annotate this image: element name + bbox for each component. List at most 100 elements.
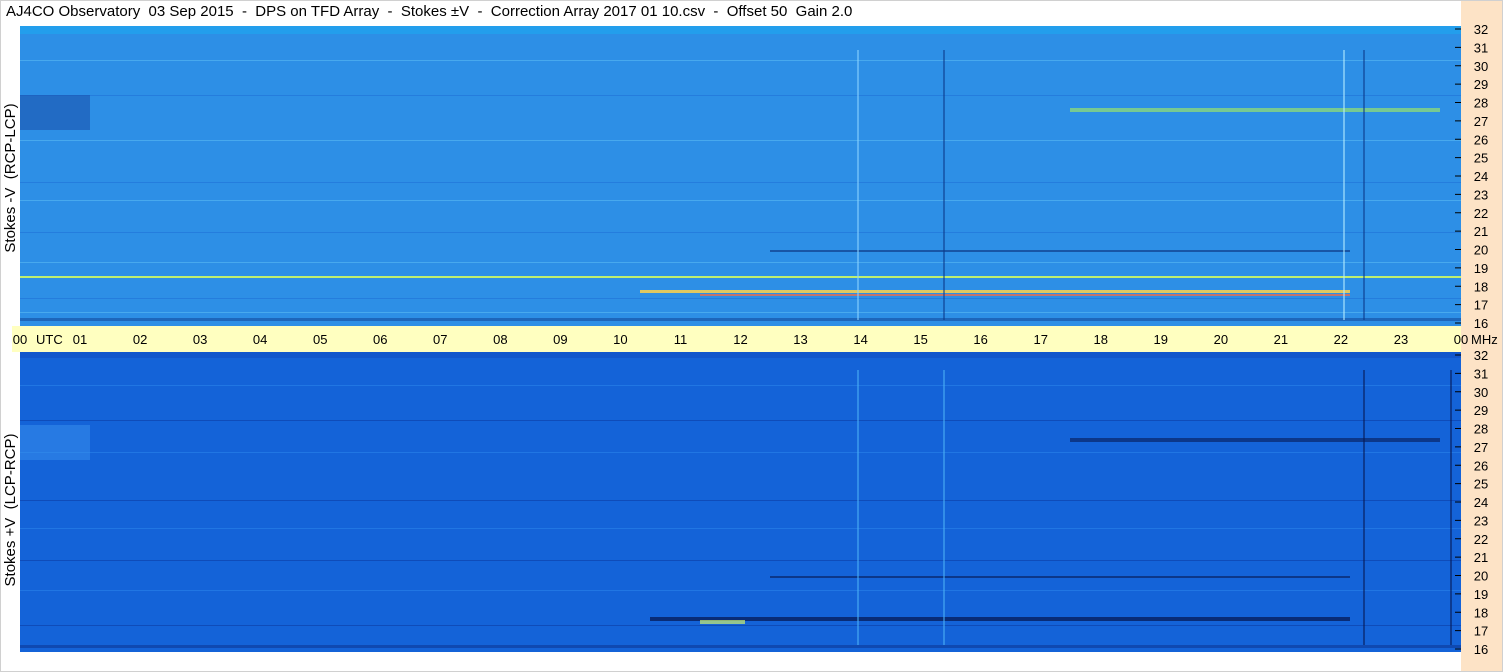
early-noise-patch xyxy=(20,425,90,460)
freq-tick-label: 25 xyxy=(1474,151,1488,166)
freq-tick-label: 26 xyxy=(1474,458,1488,473)
interference-band xyxy=(20,528,1461,529)
interference-band xyxy=(20,95,1461,96)
freq-tick-label: 16 xyxy=(1474,316,1488,331)
spectrogram-top-panel xyxy=(20,26,1461,326)
vertical-streak xyxy=(1450,370,1452,645)
time-tick-label: 10 xyxy=(613,332,627,347)
bottom-edge-band xyxy=(20,318,1461,321)
freq-tick-label: 20 xyxy=(1474,569,1488,584)
time-tick-label: 04 xyxy=(253,332,267,347)
interference-band xyxy=(20,420,1461,421)
freq-tick-label: 29 xyxy=(1474,77,1488,92)
time-tick-label: 01 xyxy=(73,332,87,347)
vertical-streak xyxy=(943,50,945,320)
freq-tick-label: 21 xyxy=(1474,550,1488,565)
interference-band xyxy=(20,312,1461,313)
freq-tick-label: 17 xyxy=(1474,624,1488,639)
time-tick-label: 06 xyxy=(373,332,387,347)
time-tick-label: 11 xyxy=(674,332,688,347)
freq-tick-label: 20 xyxy=(1474,243,1488,258)
vertical-streak xyxy=(857,50,859,320)
signal-line-28mhz xyxy=(1070,108,1440,112)
freq-tick-label: 28 xyxy=(1474,422,1488,437)
interference-band xyxy=(20,262,1461,263)
time-tick-label: 09 xyxy=(553,332,567,347)
bottom-heatmap-bg xyxy=(20,352,1461,652)
freq-tick-label: 16 xyxy=(1474,642,1488,657)
time-tick-label: 21 xyxy=(1274,332,1288,347)
time-tick-label: 18 xyxy=(1094,332,1108,347)
time-tick-label: 17 xyxy=(1033,332,1047,347)
interference-band xyxy=(20,385,1461,386)
daytime-signal-band xyxy=(650,617,1350,621)
freq-tick-label: 32 xyxy=(1474,348,1488,363)
freq-tick-label: 18 xyxy=(1474,279,1488,294)
time-tick-label: 05 xyxy=(313,332,327,347)
freq-tick-label: 30 xyxy=(1474,385,1488,400)
time-tick-label: 07 xyxy=(433,332,447,347)
time-tick-label: 14 xyxy=(853,332,867,347)
freq-tick-label: 22 xyxy=(1474,532,1488,547)
signal-line-28mhz xyxy=(1070,438,1440,442)
interference-band xyxy=(20,140,1461,141)
spectrogram-bottom-panel xyxy=(20,352,1461,652)
freq-tick-label: 23 xyxy=(1474,187,1488,202)
interference-band xyxy=(20,298,1461,299)
time-tick-label: 13 xyxy=(793,332,807,347)
interference-band xyxy=(20,625,1461,626)
freq-tick-label: 18 xyxy=(1474,605,1488,620)
top-edge-band xyxy=(20,26,1461,34)
interference-band xyxy=(20,452,1461,453)
daytime-signal-band xyxy=(700,294,1350,296)
time-tick-label: 22 xyxy=(1334,332,1348,347)
interference-band xyxy=(20,60,1461,61)
freq-tick-label: 26 xyxy=(1474,132,1488,147)
freq-tick-label: 32 xyxy=(1474,22,1488,37)
time-tick-label: 16 xyxy=(973,332,987,347)
time-tick-label: 02 xyxy=(133,332,147,347)
time-tick-label: 00 xyxy=(1454,332,1468,347)
time-tick-label: 20 xyxy=(1214,332,1228,347)
time-tick-label: 00 xyxy=(13,332,27,347)
freq-tick-label: 27 xyxy=(1474,114,1488,129)
daytime-signal-band xyxy=(640,290,1350,293)
early-noise-patch xyxy=(20,95,90,130)
freq-tick-label: 29 xyxy=(1474,403,1488,418)
freq-tick-label: 31 xyxy=(1474,40,1488,55)
vertical-streak xyxy=(1363,370,1365,645)
time-unit-label: UTC xyxy=(36,332,63,347)
time-tick-label: 08 xyxy=(493,332,507,347)
freq-tick-label: 27 xyxy=(1474,440,1488,455)
signal-highlight xyxy=(700,620,745,624)
interference-band xyxy=(20,500,1461,501)
time-tick-label: 19 xyxy=(1154,332,1168,347)
freq-tick-label: 24 xyxy=(1474,169,1488,184)
freq-tick-label: 21 xyxy=(1474,224,1488,239)
time-tick-label: 03 xyxy=(193,332,207,347)
freq-tick-label: 28 xyxy=(1474,96,1488,111)
dynamic-spectrum-chart: 00 01 02 03 04 05 06 07 08 09 10 11 12 13 14 15 16 17 18 19… xyxy=(0,0,1503,672)
freq-tick-label: 19 xyxy=(1474,587,1488,602)
vertical-streak xyxy=(857,370,859,645)
freq-tick-label: 31 xyxy=(1474,366,1488,381)
vertical-streak xyxy=(943,370,945,645)
time-tick-label: 15 xyxy=(913,332,927,347)
time-tick-label: 23 xyxy=(1394,332,1408,347)
freq-tick-label: 17 xyxy=(1474,298,1488,313)
top-edge-band xyxy=(20,352,1461,358)
freq-tick-label: 22 xyxy=(1474,206,1488,221)
hf-broadcast-line xyxy=(20,276,1461,278)
freq-unit-label: MHz xyxy=(1471,332,1498,347)
vertical-streak xyxy=(1343,50,1345,320)
time-tick-label: 12 xyxy=(733,332,747,347)
vertical-streak xyxy=(1363,50,1365,320)
interference-band xyxy=(20,182,1461,183)
interference-band xyxy=(20,200,1461,201)
interference-band xyxy=(20,590,1461,591)
interference-band xyxy=(20,232,1461,233)
freq-tick-label: 24 xyxy=(1474,495,1488,510)
freq-tick-label: 23 xyxy=(1474,513,1488,528)
freq-tick-label: 19 xyxy=(1474,261,1488,276)
freq-tick-label: 25 xyxy=(1474,477,1488,492)
